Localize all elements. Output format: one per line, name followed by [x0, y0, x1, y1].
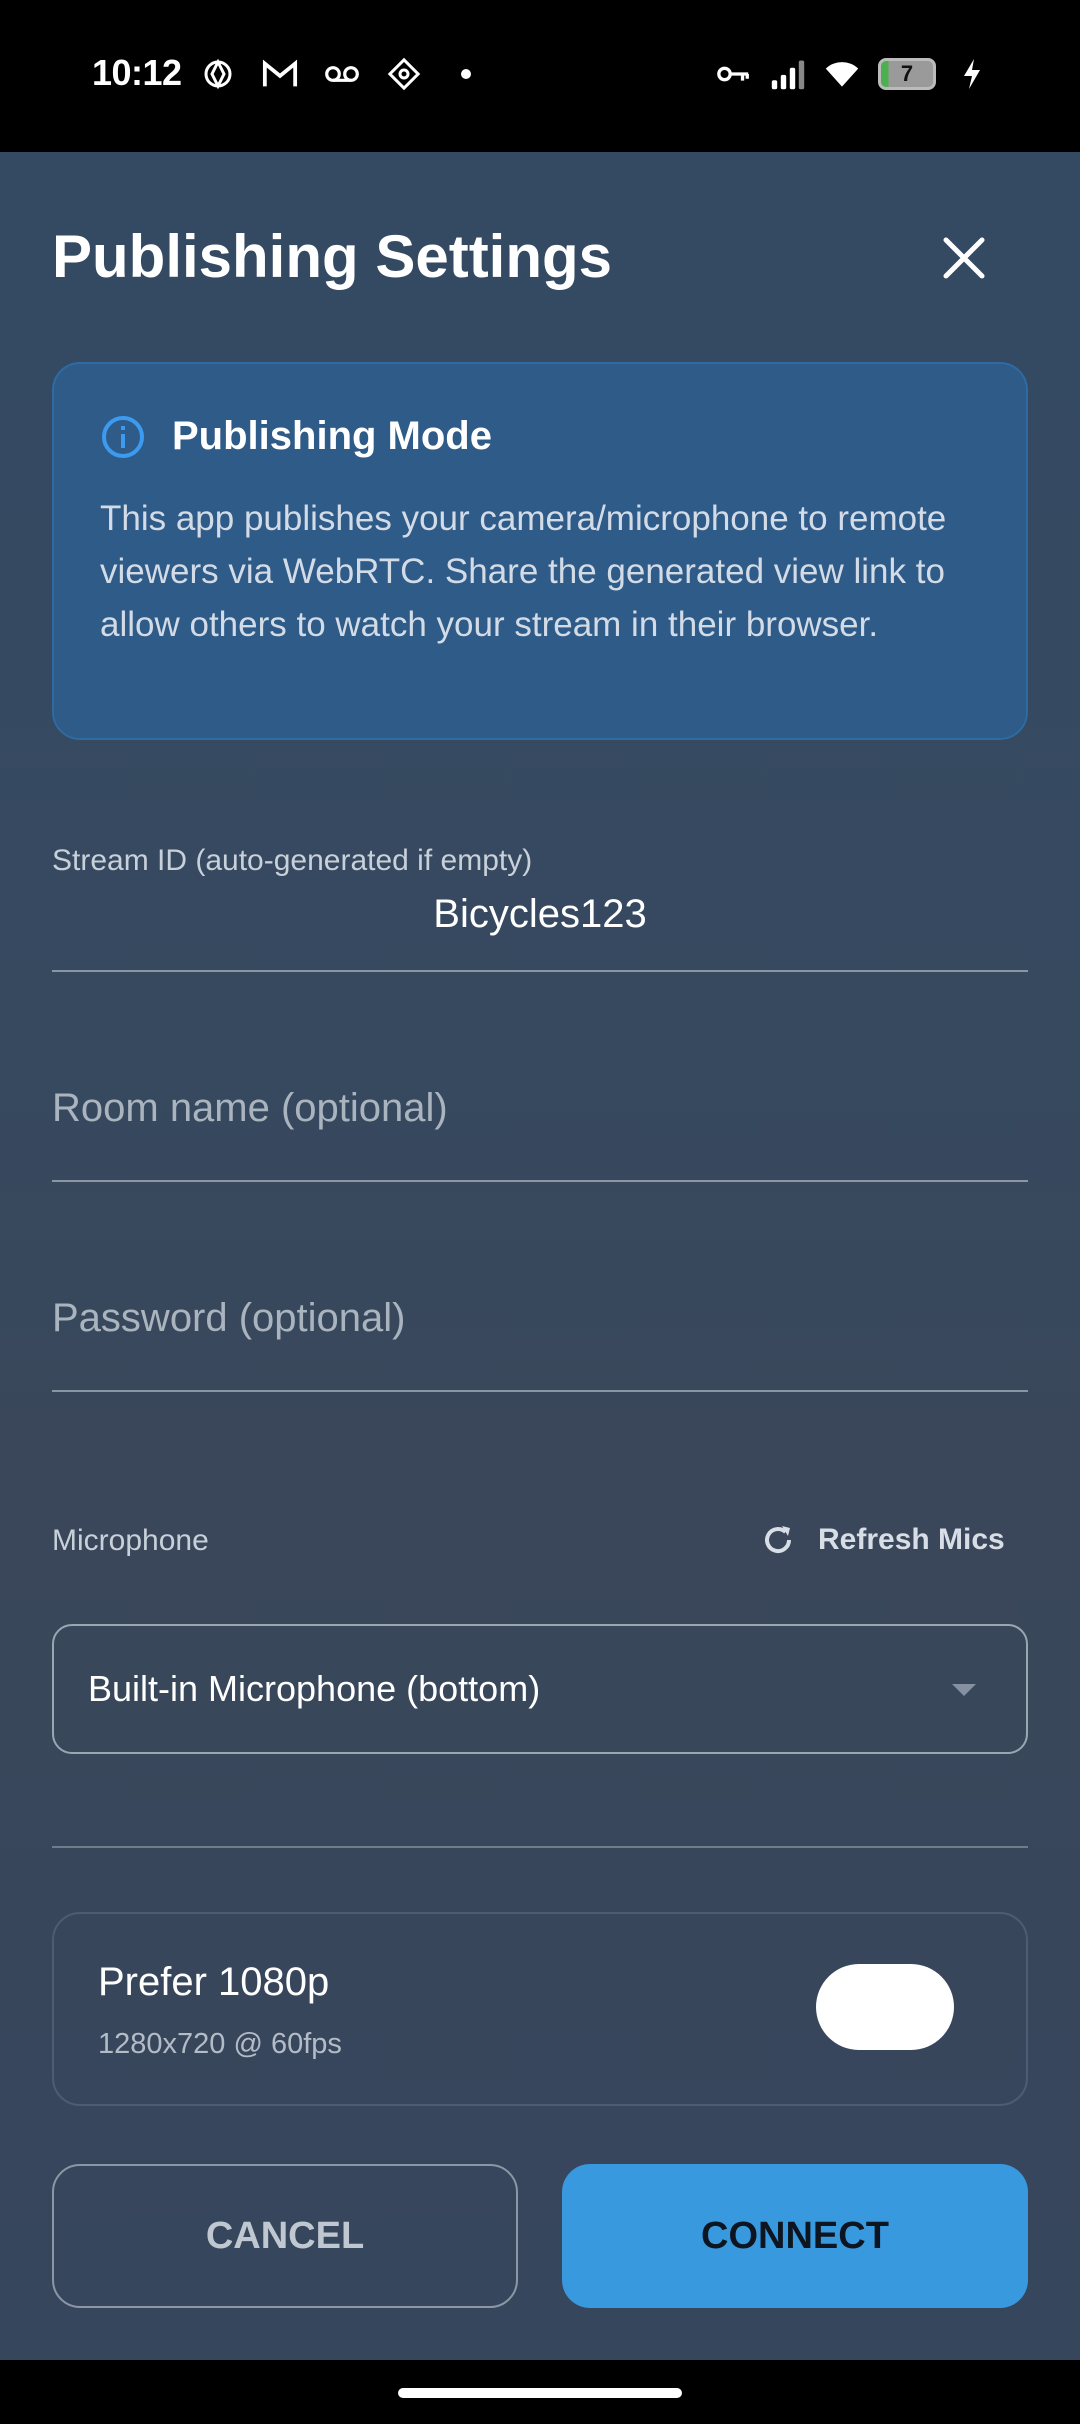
connect-button[interactable]: CONNECT [562, 2164, 1028, 2308]
voicemail-icon [324, 56, 360, 92]
publishing-mode-card: Publishing Mode This app publishes your … [52, 362, 1028, 740]
close-button[interactable] [930, 224, 998, 292]
stream-id-field[interactable]: Bicycles123 [52, 892, 1028, 937]
prefer-1080p-title: Prefer 1080p [98, 1960, 330, 2004]
stream-id-underline [52, 970, 1028, 972]
gmail-icon [262, 56, 298, 92]
battery-indicator: 7 [878, 58, 936, 90]
refresh-icon [765, 1526, 792, 1554]
wifi-icon [824, 56, 860, 92]
microphone-label: Microphone [52, 1524, 209, 1557]
close-icon [943, 237, 985, 279]
info-card-title: Publishing Mode [172, 414, 492, 458]
info-card-body: This app publishes your camera/microphon… [100, 499, 947, 644]
app-icon [386, 56, 422, 92]
password-underline [52, 1390, 1028, 1392]
microphone-divider [52, 1846, 1028, 1848]
dot-icon [448, 56, 484, 92]
password-input[interactable] [52, 1288, 1028, 1348]
refresh-mics-label: Refresh Mics [818, 1523, 1005, 1556]
cancel-button[interactable]: CANCEL [52, 2164, 518, 2308]
notification-icons [200, 56, 484, 92]
room-name-underline [52, 1180, 1028, 1182]
prefer-1080p-subtitle: 1280x720 @ 60fps [98, 2028, 342, 2060]
refresh-mics-button[interactable]: Refresh Mics [760, 1512, 1005, 1568]
info-icon [102, 416, 144, 458]
dropdown-arrow-icon [952, 1684, 976, 1696]
prefer-1080p-toggle[interactable] [816, 1964, 954, 2050]
status-bar: 10:12 7 [0, 0, 1080, 152]
dialog-title: Publishing Settings [52, 223, 613, 290]
system-icons: 7 [716, 56, 990, 92]
openai-icon [200, 56, 236, 92]
home-indicator[interactable] [398, 2388, 682, 2398]
status-time: 10:12 [92, 52, 182, 93]
prefer-1080p-card: Prefer 1080p 1280x720 @ 60fps [52, 1912, 1028, 2106]
room-name-input[interactable] [52, 1078, 1028, 1138]
publishing-settings-dialog: Publishing Settings Publishing Mode This… [0, 152, 1080, 2360]
microphone-select[interactable]: Built-in Microphone (bottom) [52, 1624, 1028, 1754]
charging-icon [954, 56, 990, 92]
vpn-key-icon [716, 56, 752, 92]
signal-icon [770, 56, 806, 92]
microphone-selected-value: Built-in Microphone (bottom) [88, 1668, 541, 1709]
stream-id-label: Stream ID (auto-generated if empty) [52, 844, 533, 877]
